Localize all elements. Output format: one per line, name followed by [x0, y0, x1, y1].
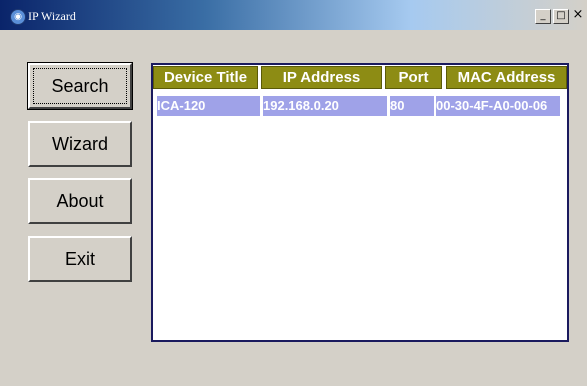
- column-header-port[interactable]: Port: [385, 66, 442, 89]
- globe-icon: ◉: [10, 9, 26, 25]
- title-bar[interactable]: ◉ IP Wizard _ □ ×: [0, 0, 587, 30]
- window-controls: _ □ ×: [535, 8, 585, 24]
- column-header-ip-address[interactable]: IP Address: [261, 66, 382, 89]
- wizard-button[interactable]: Wizard: [28, 121, 132, 167]
- cell-mac-address[interactable]: 00-30-4F-A0-00-06: [436, 96, 560, 116]
- about-button[interactable]: About: [28, 178, 132, 224]
- window-title: IP Wizard: [28, 9, 76, 23]
- close-button[interactable]: ×: [571, 8, 585, 22]
- column-header-device-title[interactable]: Device Title: [153, 66, 258, 89]
- exit-button[interactable]: Exit: [28, 236, 132, 282]
- cell-device-title[interactable]: ICA-120: [157, 96, 260, 116]
- search-button[interactable]: Search: [28, 63, 132, 109]
- cell-ip-address[interactable]: 192.168.0.20: [263, 96, 387, 116]
- column-header-mac-address[interactable]: MAC Address: [446, 66, 567, 89]
- minimize-button[interactable]: _: [535, 9, 551, 24]
- maximize-button[interactable]: □: [553, 9, 569, 24]
- cell-port[interactable]: 80: [390, 96, 434, 116]
